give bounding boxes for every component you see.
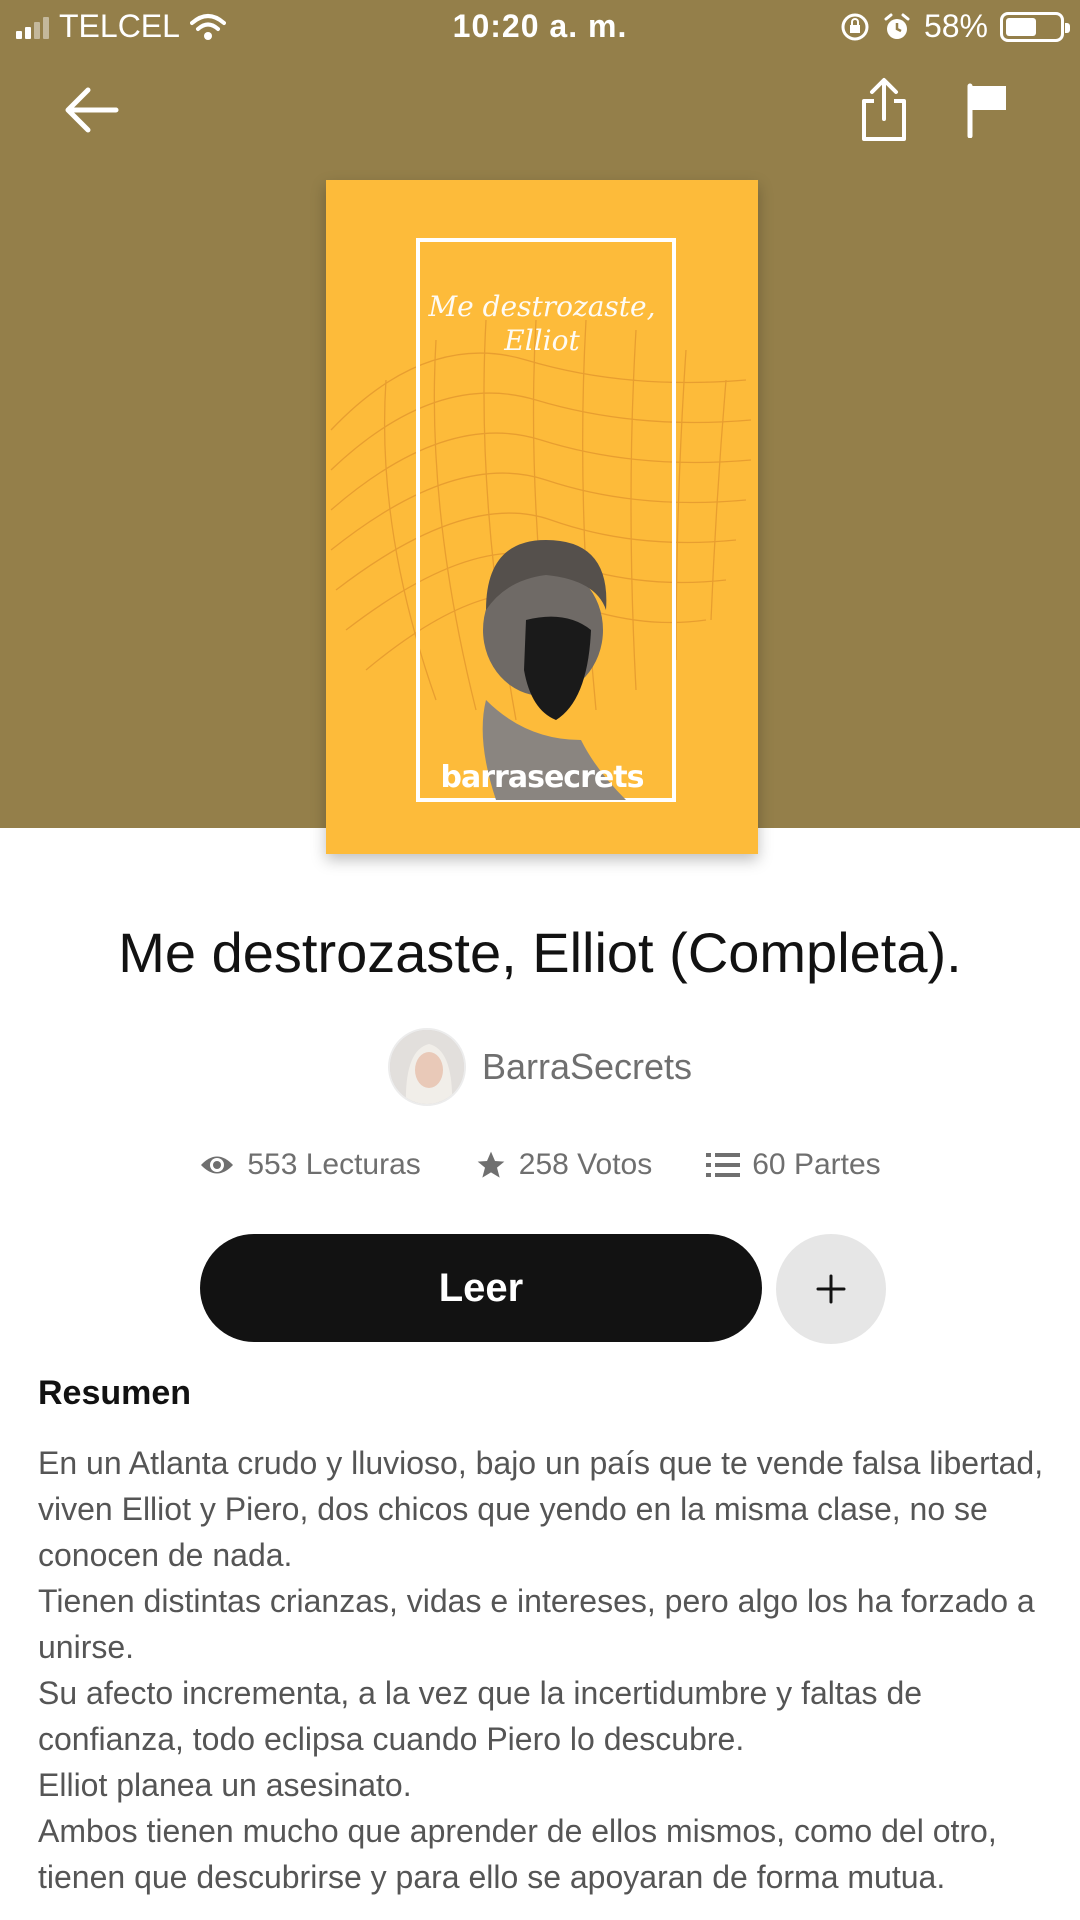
avatar [387,1028,466,1106]
summary-paragraph: Su afecto incrementa, a la vez que la in… [38,1675,923,1757]
cover-title: Me destrozaste, Elliot [428,290,656,357]
back-button[interactable] [52,70,132,150]
star-icon [477,1151,505,1178]
list-icon [706,1153,741,1177]
read-button[interactable]: Leer [200,1234,762,1342]
status-bar: TELCEL 10:20 a. m. 58% [0,0,1080,56]
battery-percent: 58% [923,8,988,44]
summary-paragraph: Ambos tienen mucho que aprender de ellos… [38,1813,997,1895]
arrow-left-icon [65,87,119,133]
reads-count: 553 Lecturas [247,1148,421,1181]
author-name: BarraSecrets [481,1046,693,1087]
report-button[interactable] [948,70,1028,150]
reads-stat: 553 Lecturas [199,1148,421,1182]
rotation-lock-icon [841,13,869,40]
parts-stat: 60 Partes [706,1148,881,1182]
eye-icon [201,1156,234,1174]
cover-brand: barrasecrets [440,760,645,795]
share-icon [862,78,906,141]
summary-paragraph: Tienen distintas crianzas, vidas e inter… [38,1583,1035,1665]
summary-heading: Resumen [38,1374,192,1412]
share-button[interactable] [844,70,924,150]
votes-stat: 258 Votos [475,1148,652,1182]
votes-count: 258 Votos [518,1148,653,1181]
summary-text: En un Atlanta crudo y lluvioso, bajo un … [38,1440,1048,1900]
battery-level [1006,17,1037,36]
story-title: Me destrozaste, Elliot (Completa). [118,921,962,984]
flag-icon [967,83,1006,138]
add-to-library-button[interactable] [776,1234,886,1344]
summary-paragraph: En un Atlanta crudo y lluvioso, bajo un … [38,1445,1044,1573]
story-cover[interactable]: Me destrozaste, Elliot barrasecrets [326,180,758,854]
battery-icon [1000,11,1070,42]
author-link[interactable]: BarraSecrets [0,1028,1080,1106]
plus-icon [816,1274,846,1304]
parts-count: 60 Partes [752,1148,881,1181]
alarm-icon [884,13,910,39]
cover-art [330,238,752,802]
summary-paragraph: Elliot planea un asesinato. [38,1767,412,1803]
story-stats: 553 Lecturas 258 Votos 60 Partes [0,1148,1080,1182]
